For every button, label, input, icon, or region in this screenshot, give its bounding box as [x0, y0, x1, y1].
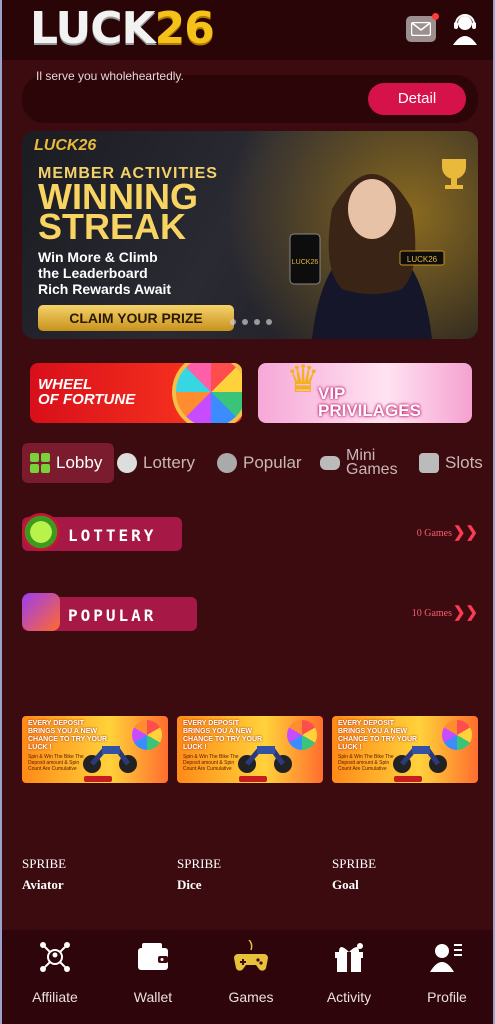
logo-text-26: 26 — [154, 3, 215, 54]
notification-dot — [432, 13, 439, 20]
popular-more-arrow-icon[interactable]: ❯❯ — [453, 603, 478, 621]
lottery-count[interactable]: 0 Games — [417, 528, 452, 539]
game-card-goal[interactable]: EVERY DEPOSIT BRINGS YOU A NEW CHANCE TO… — [332, 716, 478, 783]
lobby-icon — [30, 453, 50, 473]
tab-mini-games-label: Mini Games — [346, 447, 398, 478]
uniform-label: LUCK26 — [407, 255, 438, 264]
card-fine-print: Spin & Win The Bike The Deposit amount &… — [183, 754, 239, 772]
tab-popular[interactable]: Popular — [217, 443, 302, 483]
game-card-aviator[interactable]: EVERY DEPOSIT BRINGS YOU A NEW CHANCE TO… — [22, 716, 168, 783]
banner-line-2: the Leaderboard — [38, 265, 148, 281]
wheel-of-fortune-button[interactable]: WHEEL OF FORTUNE — [30, 363, 242, 423]
popular-icon — [217, 453, 237, 473]
tab-popular-label: Popular — [243, 453, 302, 472]
gamepad-icon — [234, 939, 268, 971]
wallet-icon — [138, 943, 168, 970]
carousel-indicator[interactable] — [230, 319, 272, 325]
phone-screen-label: LUCK26 — [292, 259, 319, 266]
card-cta-button — [84, 776, 112, 782]
gift-icon — [22, 593, 60, 631]
customer-support-icon[interactable] — [450, 12, 480, 46]
nav-profile[interactable]: Profile — [407, 940, 487, 1005]
card-fine-print: Spin & Win The Bike The Deposit amount &… — [338, 754, 394, 772]
gamepad-icon — [320, 456, 340, 470]
tab-lottery[interactable]: Lottery — [117, 443, 195, 483]
nav-profile-label: Profile — [427, 989, 467, 1005]
tab-mini-games[interactable]: Mini Games — [320, 443, 398, 483]
top-header: LUCK26 — [2, 0, 493, 60]
nav-activity[interactable]: Activity — [309, 940, 389, 1005]
nav-affiliate-label: Affiliate — [32, 989, 78, 1005]
game-name: Dice — [177, 877, 202, 892]
game-provider: SPRIBE — [332, 856, 377, 871]
tab-lottery-label: Lottery — [143, 453, 195, 472]
nav-wallet-label: Wallet — [133, 989, 173, 1005]
game-category-tabs: Lobby Lottery Popular Mini Games Slots — [2, 443, 493, 485]
lottery-icon — [117, 453, 137, 473]
popular-section-header: POPULAR 10 Games ❯❯ — [22, 593, 482, 631]
tab-slots[interactable]: Slots — [419, 443, 483, 483]
mail-icon[interactable] — [406, 13, 439, 42]
banner-line-1: Win More & Climb — [38, 249, 158, 265]
motorbike-icon — [393, 746, 447, 773]
tab-slots-label: Slots — [445, 453, 483, 472]
slot-machine-icon — [419, 453, 439, 473]
game-provider: SPRIBE — [177, 856, 222, 871]
nav-activity-label: Activity — [326, 989, 372, 1005]
card-cta-button — [239, 776, 267, 782]
game-info-dice: SPRIBE Dice — [177, 856, 221, 893]
game-info-goal: SPRIBE Goal — [332, 856, 376, 893]
nav-affiliate[interactable]: Affiliate — [15, 940, 95, 1005]
lottery-ball-icon — [22, 513, 60, 551]
bottom-navigation: Affiliate Wallet Games Activity Profile — [2, 930, 493, 1024]
nav-games-label: Games — [228, 989, 274, 1005]
nav-games[interactable]: Games — [211, 939, 291, 1005]
motorbike-icon — [83, 746, 137, 773]
promo-banner[interactable]: LUCK26 MEMBER ACTIVITIES WINNING STREAK … — [22, 131, 478, 339]
banner-brand: LUCK26 — [34, 137, 97, 154]
tab-lobby[interactable]: Lobby — [22, 443, 114, 483]
lottery-section-header: LOTTERY 0 Games ❯❯ — [22, 513, 482, 551]
gift-icon — [335, 943, 363, 972]
card-cta-button — [394, 776, 422, 782]
brand-logo[interactable]: LUCK26 — [30, 3, 215, 54]
announcement-marquee: Il serve you wholeheartedly. Detail — [22, 69, 478, 123]
card-fine-print: Spin & Win The Bike The Deposit amount &… — [28, 754, 84, 772]
banner-headline-2: STREAK — [38, 206, 187, 247]
game-info-aviator: SPRIBE Aviator — [22, 856, 66, 893]
wheel-title: WHEEL OF FORTUNE — [38, 376, 136, 408]
claim-prize-button[interactable]: CLAIM YOUR PRIZE — [38, 305, 234, 331]
logo-text-luck: LUCK — [30, 3, 156, 54]
popular-count[interactable]: 10 Games — [412, 608, 452, 619]
lottery-more-arrow-icon[interactable]: ❯❯ — [453, 523, 478, 541]
banner-line-3: Rich Rewards Await — [38, 281, 172, 297]
vip-title: VIP PRIVILAGES — [318, 384, 421, 420]
motorbike-icon — [238, 746, 292, 773]
popular-title: POPULAR — [68, 606, 157, 625]
vip-privileges-button[interactable]: ♛ VIP PRIVILAGES — [258, 363, 472, 423]
nav-wallet[interactable]: Wallet — [113, 940, 193, 1005]
app-root: LUCK26 Il serve you wholeheartedly. Deta… — [0, 0, 495, 1024]
lottery-title: LOTTERY — [68, 526, 157, 545]
affiliate-icon — [40, 942, 70, 972]
crown-icon: ♛ — [286, 363, 321, 401]
tab-lobby-label: Lobby — [56, 453, 103, 472]
game-provider: SPRIBE — [22, 856, 67, 871]
detail-button[interactable]: Detail — [368, 83, 466, 115]
game-name: Aviator — [22, 877, 64, 892]
profile-icon — [430, 944, 462, 972]
announcement-text: Il serve you wholeheartedly. — [36, 69, 184, 83]
banner-model-illustration: LUCK26 LUCK26 — [289, 159, 466, 339]
fortune-wheel-icon — [172, 363, 242, 423]
game-name: Goal — [332, 877, 359, 892]
game-card-dice[interactable]: EVERY DEPOSIT BRINGS YOU A NEW CHANCE TO… — [177, 716, 323, 783]
